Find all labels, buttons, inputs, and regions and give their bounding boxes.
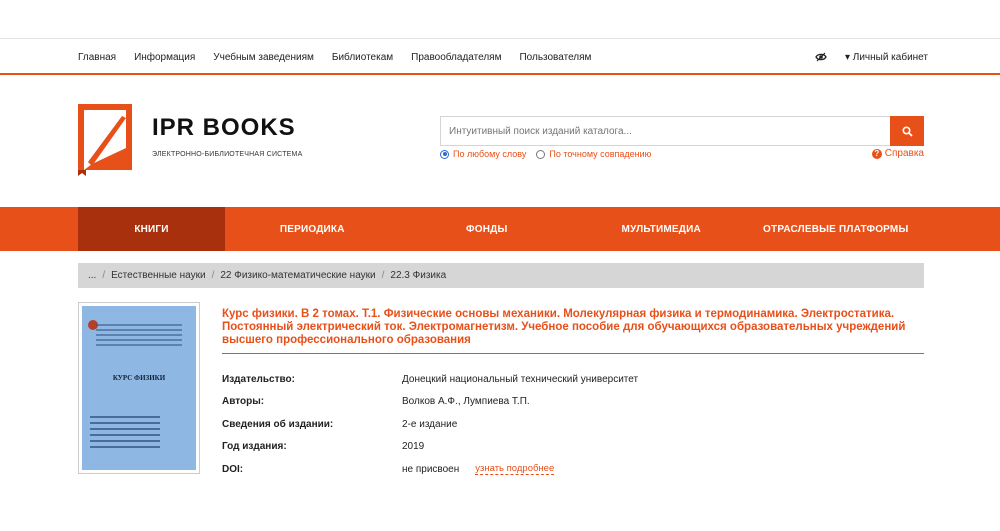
search-button[interactable] [890,116,924,146]
doi-value: не присвоен [402,463,460,475]
cover-contents-lines [90,416,160,452]
edition-value: 2-е издание [402,418,458,430]
brand-name: IPR BOOKS [152,114,296,141]
tab-books[interactable]: КНИГИ [78,207,225,251]
meta-label: Сведения об издании: [222,418,334,430]
brand-tagline: ЭЛЕКТРОННО-БИБЛИОТЕЧНАЯ СИСТЕМА [152,151,303,158]
radio-any-word-label: По любому слову [453,149,527,159]
ipr-books-logo-icon[interactable] [78,104,132,176]
book-cover[interactable]: КУРС ФИЗИКИ [78,302,200,474]
tab-industry-platforms[interactable]: ОТРАСЛЕВЫЕ ПЛАТФОРМЫ [749,207,924,251]
help-icon: ? [871,148,882,159]
year-value: 2019 [402,441,425,453]
breadcrumb-physics[interactable]: 22.3 Физика [390,270,446,281]
search-input[interactable] [440,116,890,146]
search-icon [901,125,913,137]
cover-text-lines [96,324,182,349]
meta-label: Год издания: [222,441,287,453]
personal-account-link[interactable]: ▾ Личный кабинет [845,52,928,63]
radio-exact-match-dot[interactable] [536,149,546,159]
radio-exact-match[interactable]: По точному совпадению [536,149,651,159]
meta-row-publisher: Издательство: Донецкий национальный техн… [222,368,922,391]
topnav-info[interactable]: Информация [134,52,195,63]
topnav-institutions[interactable]: Учебным заведениям [213,52,314,63]
meta-row-edition: Сведения об издании: 2-е издание [222,413,922,436]
breadcrumb-separator: / [211,270,215,281]
meta-label: DOI: [222,463,244,475]
publisher-value: Донецкий национальный технический универ… [402,373,639,385]
doi-learn-more-link[interactable]: узнать подробнее [475,463,555,476]
breadcrumb: ... / Естественные науки / 22 Физико-мат… [78,263,924,288]
book-title: Курс физики. В 2 томах. Т.1. Физические … [222,308,924,354]
topnav-rightholders[interactable]: Правообладателям [411,52,501,63]
tab-periodicals[interactable]: ПЕРИОДИКА [225,207,400,251]
help-label: Справка [884,148,924,159]
breadcrumb-separator: / [381,270,385,281]
radio-exact-match-label: По точному совпадению [549,149,652,159]
breadcrumb-ellipsis[interactable]: ... [88,270,96,281]
meta-label: Издательство: [222,373,295,385]
meta-row-doi: DOI: не присвоен узнать подробнее [222,458,922,481]
meta-row-year: Год издания: 2019 [222,436,922,459]
topnav-users[interactable]: Пользователям [519,52,591,63]
accessibility-eye-icon[interactable] [815,52,827,62]
cover-title: КУРС ФИЗИКИ [112,374,166,382]
tab-funds[interactable]: ФОНДЫ [400,207,575,251]
help-link[interactable]: ? Справка [871,148,924,159]
main-navigation-items: КНИГИ ПЕРИОДИКА ФОНДЫ МУЛЬТИМЕДИА ОТРАСЛ… [78,207,923,251]
breadcrumb-separator: / [102,270,106,281]
top-divider [0,38,1000,39]
meta-row-authors: Авторы: Волков А.Ф., Лумпиева Т.П. [222,391,922,414]
top-navigation: Главная Информация Учебным заведениям Би… [78,44,928,70]
topnav-right: ▾ Личный кабинет [815,52,928,63]
catalog-search [440,116,924,146]
breadcrumb-natural-sciences[interactable]: Естественные науки [111,270,205,281]
authors-value: Волков А.Ф., Лумпиева Т.П. [402,396,530,408]
radio-any-word-dot[interactable] [440,149,449,159]
book-cover-image: КУРС ФИЗИКИ [82,306,196,470]
book-metadata: Издательство: Донецкий национальный техн… [222,368,922,481]
topnav-home[interactable]: Главная [78,52,116,63]
breadcrumb-physmath[interactable]: 22 Физико-математические науки [220,270,375,281]
meta-label: Авторы: [222,396,265,408]
search-mode-options: По любому слову По точному совпадению [440,149,651,159]
topnav-libraries[interactable]: Библиотекам [332,52,393,63]
radio-any-word[interactable]: По любому слову [440,149,526,159]
tab-multimedia[interactable]: МУЛЬТИМЕДИА [574,207,749,251]
orange-divider [0,73,1000,75]
main-navigation: КНИГИ ПЕРИОДИКА ФОНДЫ МУЛЬТИМЕДИА ОТРАСЛ… [0,207,1000,251]
